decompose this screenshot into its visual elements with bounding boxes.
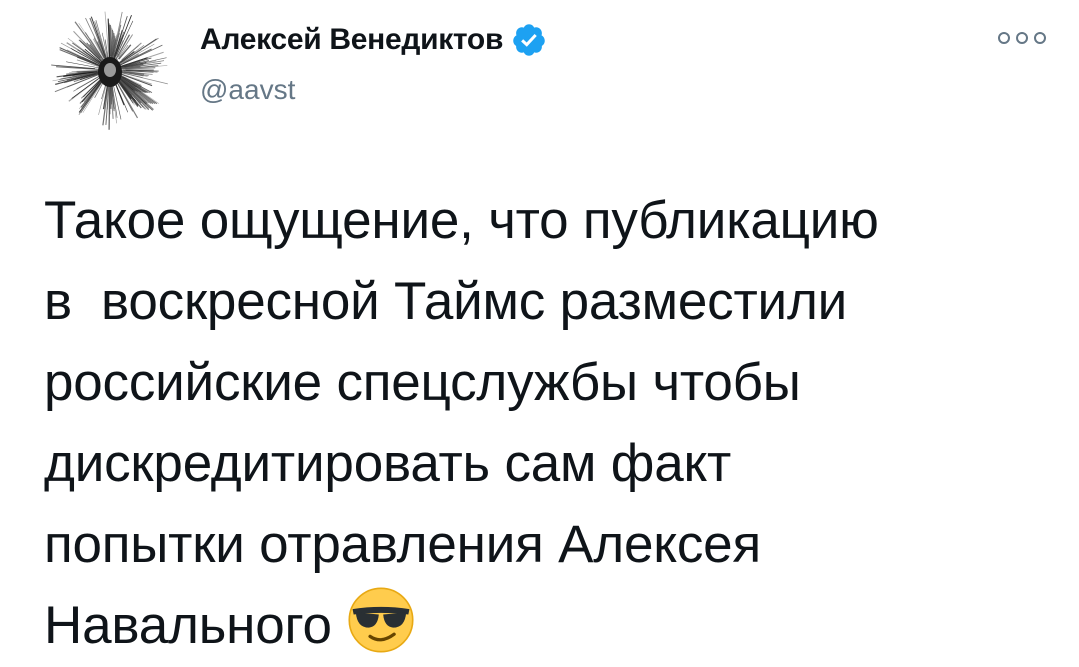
tweet-text: Такое ощущение, что публикацию в воскрес…	[44, 180, 1064, 666]
tweet-line: попытки отравления Алексея	[44, 515, 761, 574]
tweet-line: дискредитировать сам факт	[44, 434, 732, 493]
author-row: Алексей Венедиктов	[200, 20, 547, 60]
tweet-line: российские спецслужбы чтобы	[44, 353, 801, 412]
sunglasses-emoji-icon	[346, 585, 416, 655]
verified-badge-icon	[511, 22, 547, 58]
tweet-last-line: Навального	[44, 585, 1064, 666]
more-options-icon	[998, 32, 1046, 44]
more-options-button[interactable]	[992, 26, 1052, 50]
tweet-line: Навального	[44, 596, 332, 655]
dandelion-portrait-avatar-icon	[51, 11, 168, 130]
handle[interactable]: @aavst	[200, 74, 295, 106]
tweet: Алексей Венедиктов @aavst Такое ощущение…	[0, 0, 1079, 667]
avatar[interactable]	[48, 8, 172, 132]
tweet-line: в воскресной Таймс разместили	[44, 272, 848, 331]
display-name[interactable]: Алексей Венедиктов	[200, 23, 503, 57]
tweet-line: Такое ощущение, что публикацию	[44, 191, 879, 250]
